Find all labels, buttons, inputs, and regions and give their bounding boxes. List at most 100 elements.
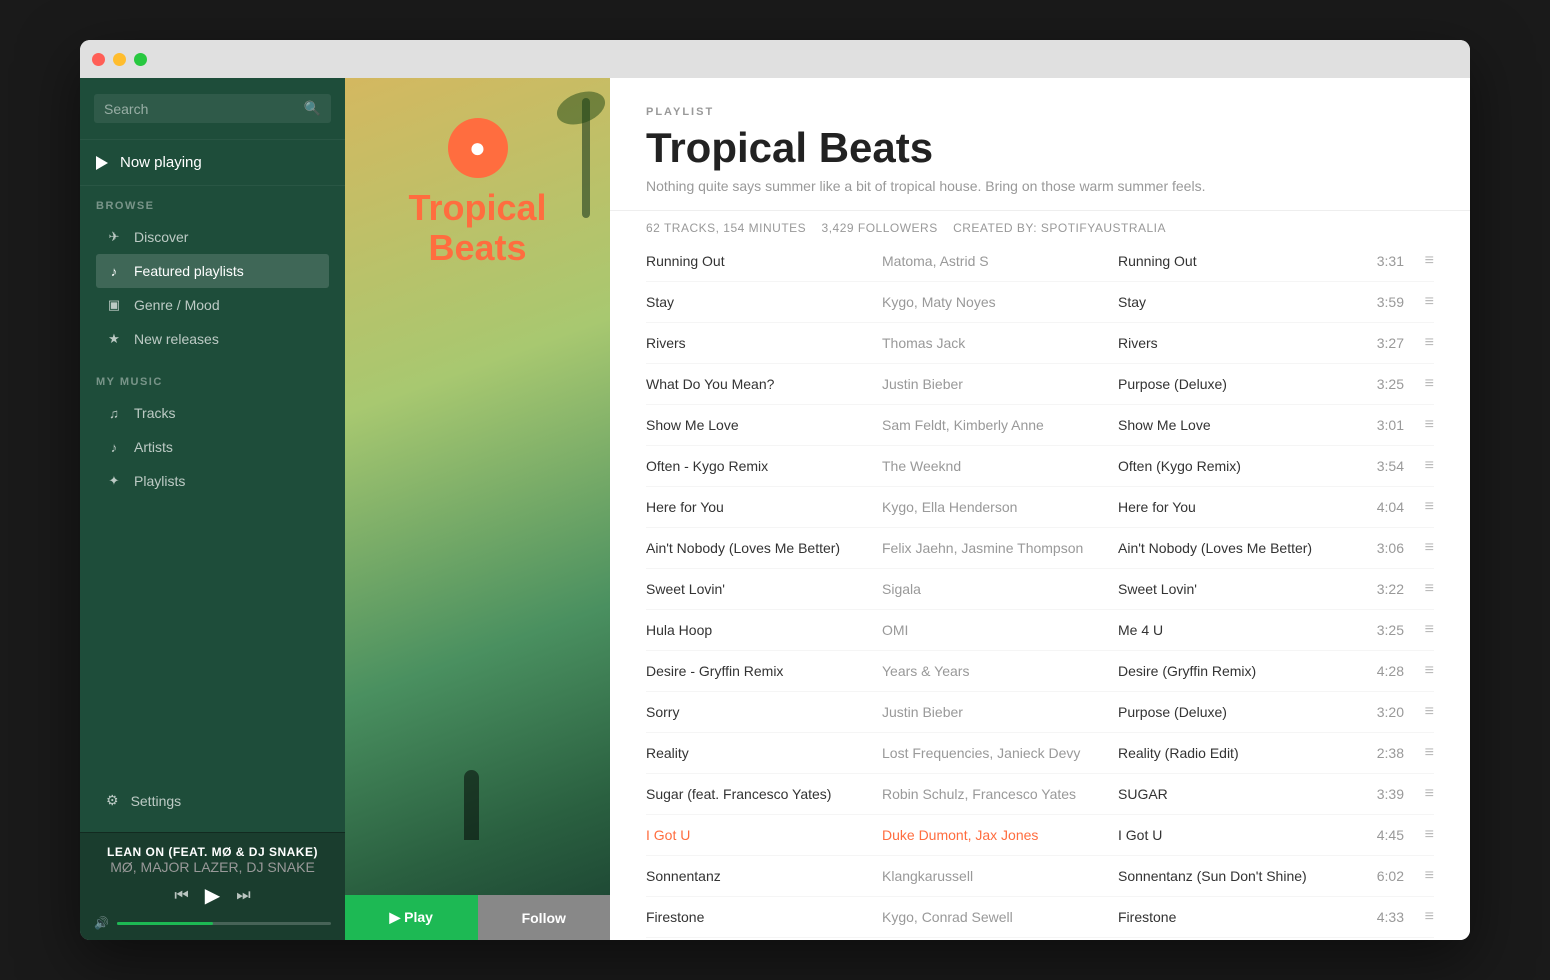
track-menu-icon[interactable]: ≡ (1404, 416, 1434, 434)
sidebar-item-label: Artists (134, 439, 173, 455)
track-menu-icon[interactable]: ≡ (1404, 621, 1434, 639)
track-menu-icon[interactable]: ≡ (1404, 293, 1434, 311)
search-input[interactable] (104, 101, 304, 117)
track-row[interactable]: Firestone Kygo, Conrad Sewell Firestone … (646, 897, 1434, 938)
track-row[interactable]: Rivers Thomas Jack Rivers 3:27 ≡ (646, 323, 1434, 364)
track-album: Running Out (1118, 253, 1354, 269)
track-duration: 3:27 (1354, 335, 1404, 351)
track-menu-icon[interactable]: ≡ (1404, 744, 1434, 762)
track-row[interactable]: Stay Kygo, Maty Noyes Stay 3:59 ≡ (646, 282, 1434, 323)
track-menu-icon[interactable]: ≡ (1404, 457, 1434, 475)
track-album: Purpose (Deluxe) (1118, 376, 1354, 392)
search-icon: 🔍 (304, 100, 321, 117)
track-menu-icon[interactable]: ≡ (1404, 908, 1434, 926)
track-row[interactable]: Show Me Love Sam Feldt, Kimberly Anne Sh… (646, 405, 1434, 446)
track-row[interactable]: Sweet Lovin' Sigala Sweet Lovin' 3:22 ≡ (646, 569, 1434, 610)
play-button[interactable]: ▶ Play (345, 895, 478, 940)
app-body: 🔍 Now playing BROWSE ✈ Discover ♪ Featur… (80, 78, 1470, 940)
track-row[interactable]: Sorry Justin Bieber Purpose (Deluxe) 3:2… (646, 692, 1434, 733)
track-album: I Got U (1118, 827, 1354, 843)
sidebar-item-playlists[interactable]: ✦ Playlists (96, 464, 329, 498)
track-menu-icon[interactable]: ≡ (1404, 498, 1434, 516)
track-album: Stay (1118, 294, 1354, 310)
followers-count: 3,429 FOLLOWERS (822, 221, 938, 235)
track-menu-icon[interactable]: ≡ (1404, 334, 1434, 352)
tracks-list: 62 TRACKS, 154 MINUTES 3,429 FOLLOWERS C… (610, 211, 1470, 940)
track-artist: Lost Frequencies, Janieck Devy (882, 745, 1118, 761)
my-music-label: MY MUSIC (96, 376, 329, 388)
track-menu-icon[interactable]: ≡ (1404, 785, 1434, 803)
volume-area: 🔊 (94, 916, 331, 930)
track-row[interactable]: What Do You Mean? Justin Bieber Purpose … (646, 364, 1434, 405)
track-album: Show Me Love (1118, 417, 1354, 433)
track-name: Sonnentanz (646, 868, 882, 884)
track-album: Rivers (1118, 335, 1354, 351)
volume-icon: 🔊 (94, 916, 109, 930)
tracks-container: Running Out Matoma, Astrid S Running Out… (646, 241, 1434, 940)
track-name: Ain't Nobody (Loves Me Better) (646, 540, 882, 556)
minimize-button[interactable] (113, 53, 126, 66)
track-menu-icon[interactable]: ≡ (1404, 375, 1434, 393)
track-album: Desire (Gryffin Remix) (1118, 663, 1354, 679)
sidebar-bottom: ⚙ Settings (80, 769, 345, 832)
track-duration: 3:54 (1354, 458, 1404, 474)
sidebar-item-label: Playlists (134, 473, 185, 489)
next-button[interactable]: ⏭ (236, 887, 250, 905)
settings-item[interactable]: ⚙ Settings (96, 783, 329, 818)
playlist-header: PLAYLIST Tropical Beats Nothing quite sa… (610, 78, 1470, 211)
playlists-icon: ✦ (106, 473, 122, 489)
track-menu-icon[interactable]: ≡ (1404, 252, 1434, 270)
sidebar-item-label: Featured playlists (134, 263, 244, 279)
browse-section: BROWSE ✈ Discover ♪ Featured playlists ▣… (80, 186, 345, 362)
track-duration: 3:59 (1354, 294, 1404, 310)
track-album: Ain't Nobody (Loves Me Better) (1118, 540, 1354, 556)
track-row[interactable]: Often - Kygo Remix The Weeknd Often (Kyg… (646, 446, 1434, 487)
track-row[interactable]: Here for You Kygo, Ella Henderson Here f… (646, 487, 1434, 528)
track-duration: 4:33 (1354, 909, 1404, 925)
sidebar-item-featured[interactable]: ♪ Featured playlists (96, 254, 329, 288)
track-row[interactable]: Hula Hoop OMI Me 4 U 3:25 ≡ (646, 610, 1434, 651)
close-button[interactable] (92, 53, 105, 66)
track-row[interactable]: Sonnentanz Klangkarussell Sonnentanz (Su… (646, 856, 1434, 897)
playlist-detail: PLAYLIST Tropical Beats Nothing quite sa… (610, 78, 1470, 940)
track-row[interactable]: Running Out Matoma, Astrid S Running Out… (646, 241, 1434, 282)
discover-icon: ✈ (106, 229, 122, 245)
track-row[interactable]: Sugar (feat. Francesco Yates) Robin Schu… (646, 774, 1434, 815)
track-name: Rivers (646, 335, 882, 351)
player-controls: ⏮ ▶ ⏭ (94, 883, 331, 908)
track-row[interactable]: Reality Lost Frequencies, Janieck Devy R… (646, 733, 1434, 774)
now-playing-nav[interactable]: Now playing (80, 140, 345, 186)
prev-button[interactable]: ⏮ (174, 887, 188, 905)
hero-background: ● Tropical Beats (345, 78, 610, 940)
search-input-wrap[interactable]: 🔍 (94, 94, 331, 123)
track-menu-icon[interactable]: ≡ (1404, 539, 1434, 557)
follow-button[interactable]: Follow (478, 895, 611, 940)
track-row[interactable]: I Got U Duke Dumont, Jax Jones I Got U 4… (646, 815, 1434, 856)
play-pause-button[interactable]: ▶ (205, 883, 220, 908)
sidebar-item-artists[interactable]: ♪ Artists (96, 430, 329, 464)
track-artist: Kygo, Maty Noyes (882, 294, 1118, 310)
track-name: I Got U (646, 827, 882, 843)
track-menu-icon[interactable]: ≡ (1404, 580, 1434, 598)
volume-bar[interactable] (117, 922, 331, 925)
now-playing-label: Now playing (120, 154, 202, 171)
track-row[interactable]: Desire - Gryffin Remix Years & Years Des… (646, 651, 1434, 692)
track-menu-icon[interactable]: ≡ (1404, 662, 1434, 680)
track-row[interactable]: Eyes Shut - Sam Feldt Remix Years & Year… (646, 938, 1434, 940)
sidebar-item-tracks[interactable]: ♫ Tracks (96, 396, 329, 430)
track-menu-icon[interactable]: ≡ (1404, 703, 1434, 721)
sidebar-item-genre[interactable]: ▣ Genre / Mood (96, 288, 329, 322)
track-artist: MØ, MAJOR LAZER, DJ SNAKE (94, 859, 331, 875)
maximize-button[interactable] (134, 53, 147, 66)
hero-title: Tropical Beats (388, 188, 568, 267)
playlist-description: Nothing quite says summer like a bit of … (646, 178, 1434, 194)
volume-level (117, 922, 213, 925)
sidebar-item-discover[interactable]: ✈ Discover (96, 220, 329, 254)
track-row[interactable]: Ain't Nobody (Loves Me Better) Felix Jae… (646, 528, 1434, 569)
track-artist: Felix Jaehn, Jasmine Thompson (882, 540, 1118, 556)
sidebar-item-new-releases[interactable]: ★ New releases (96, 322, 329, 356)
track-menu-icon[interactable]: ≡ (1404, 867, 1434, 885)
track-menu-icon[interactable]: ≡ (1404, 826, 1434, 844)
track-duration: 3:31 (1354, 253, 1404, 269)
track-name: Show Me Love (646, 417, 882, 433)
